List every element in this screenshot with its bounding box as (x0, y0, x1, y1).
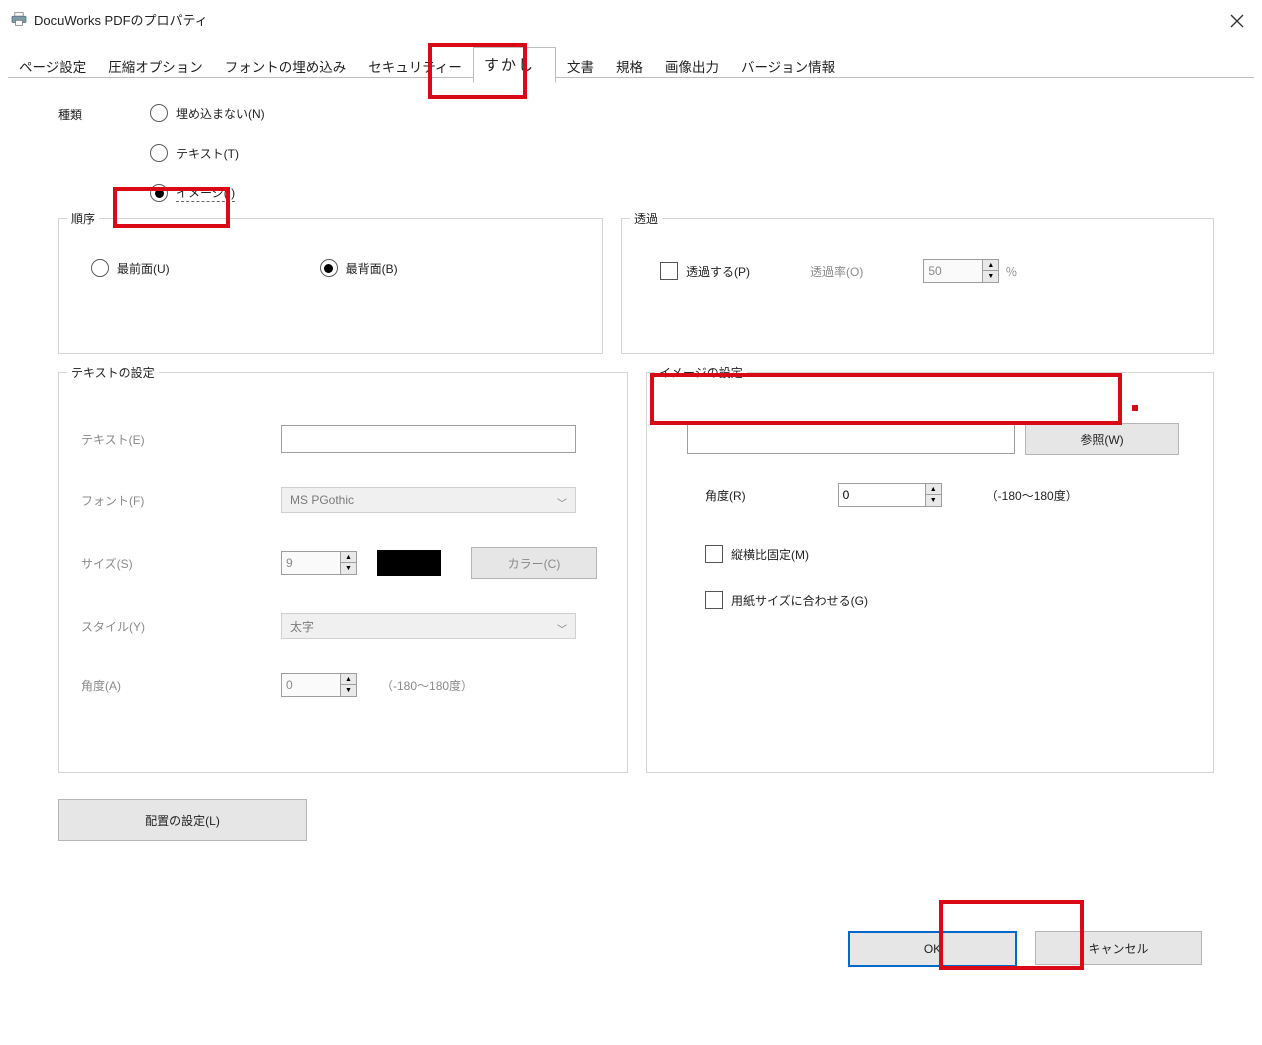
size-spinner[interactable]: ▲▼ (281, 551, 357, 575)
text-angle-label: 角度(A) (81, 677, 281, 694)
tab-content: 種類 埋め込まない(N) テキスト(T) イメージ(I) (8, 84, 1254, 851)
spinner-down-icon[interactable]: ▼ (340, 685, 356, 696)
browse-button[interactable]: 参照(W) (1025, 423, 1179, 455)
image-angle-label: 角度(R) (705, 487, 746, 504)
text-angle-range: （-180～180度） (381, 677, 473, 694)
image-settings-legend: イメージの設定 (655, 364, 747, 381)
transparency-legend: 透過 (630, 210, 662, 227)
image-settings-group: イメージの設定 参照(W) 角度(R) ▲▼ （-180～1 (646, 372, 1214, 773)
title-bar: DocuWorks PDFのプロパティ (0, 0, 1262, 38)
style-dropdown[interactable]: 太字 ﹀ (281, 613, 576, 639)
cancel-button[interactable]: キャンセル (1035, 931, 1202, 965)
style-label: スタイル(Y) (81, 618, 281, 635)
transparency-unit: ％ (1005, 263, 1017, 280)
spinner-up-icon[interactable]: ▲ (925, 484, 941, 495)
transparency-rate-spinner[interactable]: ▲▼ (923, 259, 999, 283)
text-input[interactable] (281, 425, 576, 453)
tab-page-settings[interactable]: ページ設定 (8, 49, 97, 83)
image-angle-spinner[interactable]: ▲▼ (838, 483, 942, 507)
spinner-down-icon[interactable]: ▼ (982, 271, 998, 282)
spinner-up-icon[interactable]: ▲ (982, 260, 998, 271)
properties-dialog: DocuWorks PDFのプロパティ ページ設定 圧縮オプション フォントの埋… (0, 0, 1262, 1045)
image-angle-input[interactable] (839, 484, 925, 506)
tab-compression[interactable]: 圧縮オプション (97, 49, 214, 83)
spinner-up-icon[interactable]: ▲ (340, 552, 356, 563)
fit-paper-checkbox[interactable]: 用紙サイズに合わせる(G) (687, 591, 1179, 609)
font-label: フォント(F) (81, 492, 281, 509)
spinner-up-icon[interactable]: ▲ (340, 674, 356, 685)
font-dropdown[interactable]: MS PGothic ﹀ (281, 487, 576, 513)
window-title: DocuWorks PDFのプロパティ (34, 10, 208, 29)
tab-bar: ページ設定 圧縮オプション フォントの埋め込み セキュリティー すかし 文書 規… (8, 46, 1254, 82)
tab-font-embed[interactable]: フォントの埋め込み (214, 49, 358, 83)
text-settings-group: テキストの設定 テキスト(E) フォント(F) MS PGothic ﹀ (58, 372, 628, 773)
printer-icon (10, 12, 28, 26)
text-angle-spinner[interactable]: ▲▼ (281, 673, 357, 697)
close-button[interactable] (1226, 10, 1248, 32)
tab-watermark[interactable]: すかし (473, 47, 556, 83)
size-input[interactable] (282, 552, 340, 574)
chevron-down-icon: ﹀ (557, 621, 567, 636)
order-legend: 順序 (67, 210, 99, 227)
tab-image-output[interactable]: 画像出力 (654, 49, 730, 83)
kind-label: 種類 (58, 104, 82, 202)
transparency-enable-checkbox[interactable]: 透過する(P) (660, 262, 750, 280)
text-angle-input[interactable] (282, 674, 340, 696)
ok-button[interactable]: OK (848, 931, 1017, 967)
placement-settings-button[interactable]: 配置の設定(L) (58, 799, 307, 841)
radio-kind-text[interactable]: テキスト(T) (150, 144, 265, 162)
tab-security[interactable]: セキュリティー (357, 49, 473, 83)
size-label: サイズ(S) (81, 555, 281, 572)
radio-order-front[interactable]: 最前面(U) (91, 259, 170, 277)
radio-kind-none[interactable]: 埋め込まない(N) (150, 104, 265, 122)
text-label: テキスト(E) (81, 431, 281, 448)
transparency-rate-input[interactable] (924, 260, 982, 282)
keep-aspect-checkbox[interactable]: 縦横比固定(M) (687, 545, 1179, 563)
color-button[interactable]: カラー(C) (471, 547, 597, 579)
color-swatch (377, 550, 441, 576)
radio-order-back[interactable]: 最背面(B) (320, 259, 398, 277)
spinner-down-icon[interactable]: ▼ (340, 563, 356, 574)
order-group: 順序 最前面(U) 最背面(B) (58, 218, 603, 354)
radio-kind-image[interactable]: イメージ(I) (150, 184, 265, 202)
image-path-input[interactable] (687, 424, 1015, 454)
tab-standard[interactable]: 規格 (605, 49, 654, 83)
text-settings-legend: テキストの設定 (67, 364, 159, 381)
spinner-down-icon[interactable]: ▼ (925, 495, 941, 506)
image-angle-range: （-180～180度） (986, 487, 1078, 504)
transparency-group: 透過 透過する(P) 透過率(O) ▲▼ ％ (621, 218, 1214, 354)
tab-document[interactable]: 文書 (556, 49, 605, 83)
chevron-down-icon: ﹀ (557, 495, 567, 510)
tab-version[interactable]: バージョン情報 (730, 49, 846, 83)
dialog-footer: OK キャンセル (848, 931, 1202, 967)
transparency-rate-label: 透過率(O) (810, 263, 863, 280)
